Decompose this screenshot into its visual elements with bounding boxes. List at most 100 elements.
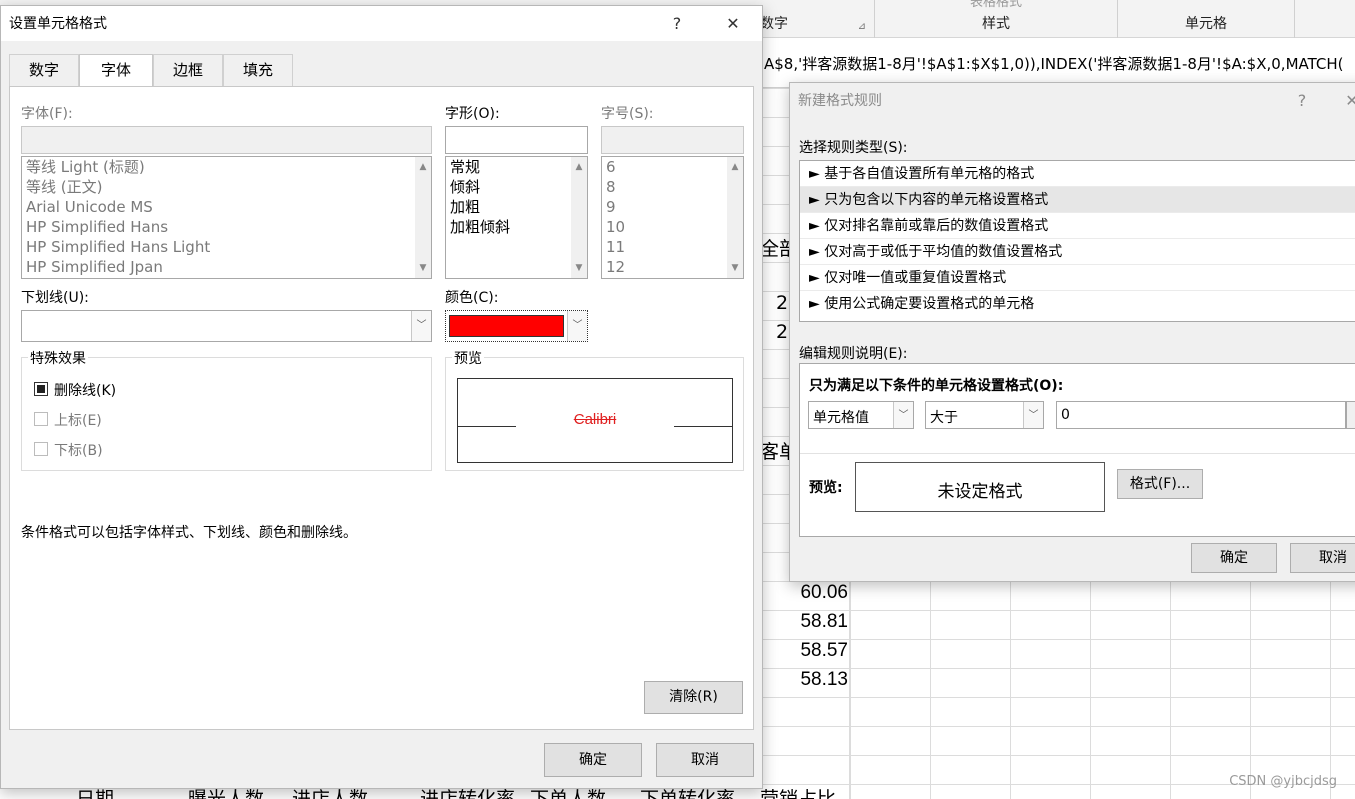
scroll-up-icon[interactable]: ▲ bbox=[727, 159, 743, 175]
condition-field-select[interactable]: 单元格值 ﹀ bbox=[808, 401, 914, 429]
font-label: 字体(F): bbox=[21, 106, 73, 122]
tab-fill[interactable]: 填充 bbox=[223, 54, 293, 86]
font-size-item[interactable]: 8 bbox=[602, 177, 743, 197]
condition-field-value: 单元格值 bbox=[813, 410, 869, 426]
font-style-item[interactable]: 常规 bbox=[446, 157, 587, 177]
preview-box: 未设定格式 bbox=[855, 462, 1105, 512]
rule-type-item[interactable]: ► 仅对唯一值或重复值设置格式 bbox=[800, 265, 1355, 291]
preview-box: Calibri bbox=[457, 378, 733, 463]
font-size-item[interactable]: 6 bbox=[602, 157, 743, 177]
dialog-titlebar[interactable]: 设置单元格格式 bbox=[1, 6, 762, 42]
scroll-down-icon[interactable]: ▼ bbox=[571, 260, 587, 276]
font-tab-panel: 字体(F): 等线 Light (标题) 等线 (正文) Arial Unico… bbox=[9, 86, 754, 730]
ribbon-group-number[interactable]: 数字 ⊿ bbox=[760, 0, 872, 38]
chevron-down-icon[interactable]: ﹀ bbox=[893, 402, 913, 428]
chevron-down-icon[interactable]: ﹀ bbox=[411, 311, 431, 341]
scroll-up-icon[interactable]: ▲ bbox=[571, 159, 587, 175]
clear-button[interactable]: 清除(R) bbox=[644, 681, 743, 714]
font-size-input[interactable] bbox=[601, 126, 744, 154]
rule-type-item[interactable]: ► 使用公式确定要设置格式的单元格 bbox=[800, 291, 1355, 317]
formula-bar[interactable]: A$8,'拌客源数据1-8月'!$A$1:$X$1,0)),INDEX('拌客源… bbox=[760, 38, 1355, 88]
chevron-down-icon[interactable]: ﹀ bbox=[567, 311, 587, 341]
watermark: CSDN @yjbcjdsg bbox=[1229, 774, 1337, 789]
font-name-list[interactable]: 等线 Light (标题) 等线 (正文) Arial Unicode MS H… bbox=[21, 156, 432, 279]
scroll-down-icon[interactable]: ▼ bbox=[727, 260, 743, 276]
ribbon-group-cells[interactable]: 单元格 bbox=[1118, 0, 1294, 38]
font-size-item[interactable]: 12 bbox=[602, 257, 743, 277]
rule-type-list[interactable]: ► 基于各自值设置所有单元格的格式 ► 只为包含以下内容的单元格设置格式 ► 仅… bbox=[799, 160, 1355, 322]
font-style-input[interactable] bbox=[445, 126, 588, 154]
font-style-list[interactable]: 常规 倾斜 加粗 加粗倾斜 ▲ ▼ bbox=[445, 156, 588, 279]
color-label: 颜色(C): bbox=[445, 290, 499, 306]
font-size-item[interactable]: 10 bbox=[602, 217, 743, 237]
scrollbar[interactable]: ▲ ▼ bbox=[727, 157, 743, 278]
font-style-label: 字形(O): bbox=[445, 106, 500, 122]
tab-font[interactable]: 字体 bbox=[79, 54, 153, 88]
dialog-titlebar[interactable]: 新建格式规则 bbox=[790, 83, 1355, 119]
format-button[interactable]: 格式(F)... bbox=[1117, 469, 1203, 499]
new-format-rule-dialog: 新建格式规则 ? ✕ 选择规则类型(S): ► 基于各自值设置所有单元格的格式 … bbox=[789, 82, 1355, 582]
condition-operator-value: 大于 bbox=[930, 410, 958, 426]
help-icon[interactable]: ? bbox=[1285, 83, 1319, 119]
color-picker[interactable]: ﹀ bbox=[445, 310, 588, 342]
underline-select[interactable]: ﹀ bbox=[21, 310, 432, 342]
subscript-label[interactable]: 下标(B) bbox=[54, 440, 103, 460]
font-style-item[interactable]: 倾斜 bbox=[446, 177, 587, 197]
font-size-list[interactable]: 6 8 9 10 11 12 ▲ ▼ bbox=[601, 156, 744, 279]
condition-heading: 只为满足以下条件的单元格设置格式(O): bbox=[809, 378, 1064, 394]
font-list-item[interactable]: 等线 (正文) bbox=[22, 177, 431, 197]
superscript-checkbox[interactable] bbox=[34, 412, 48, 426]
condition-value-input[interactable]: 0 bbox=[1056, 401, 1346, 429]
edit-rule-desc-label: 编辑规则说明(E): bbox=[799, 346, 908, 362]
cancel-button[interactable]: 取消 bbox=[1290, 543, 1355, 573]
scroll-up-icon[interactable]: ▲ bbox=[415, 159, 431, 175]
font-size-item[interactable]: 9 bbox=[602, 197, 743, 217]
font-name-input[interactable] bbox=[21, 126, 432, 154]
preview-text: 未设定格式 bbox=[937, 482, 1023, 502]
conditional-format-note: 条件格式可以包括字体样式、下划线、颜色和删除线。 bbox=[21, 525, 357, 541]
scrollbar[interactable]: ▲ ▼ bbox=[571, 157, 587, 278]
help-icon[interactable]: ? bbox=[660, 6, 694, 42]
tab-number[interactable]: 数字 bbox=[9, 54, 79, 86]
strikethrough-checkbox[interactable] bbox=[34, 382, 48, 396]
ribbon-separator bbox=[1294, 0, 1295, 38]
font-list-item[interactable]: HP Simplified Jpan bbox=[22, 257, 431, 277]
font-size-item[interactable]: 11 bbox=[602, 237, 743, 257]
effects-group: 特殊效果 删除线(K) 上标(E) 下标(B) bbox=[21, 348, 432, 471]
font-style-item[interactable]: 加粗 bbox=[446, 197, 587, 217]
scrollbar[interactable]: ▲ ▼ bbox=[415, 157, 431, 278]
close-icon[interactable]: ✕ bbox=[716, 6, 750, 42]
rule-type-label: 选择规则类型(S): bbox=[799, 140, 908, 156]
subscript-checkbox[interactable] bbox=[34, 442, 48, 456]
ok-button[interactable]: 确定 bbox=[1191, 543, 1277, 573]
rule-type-item[interactable]: ► 仅对高于或低于平均值的数值设置格式 bbox=[800, 239, 1355, 265]
tab-border[interactable]: 边框 bbox=[153, 54, 223, 86]
cell-value[interactable]: 58.81 bbox=[760, 611, 848, 633]
font-list-item[interactable]: Arial Unicode MS bbox=[22, 197, 431, 217]
font-list-item[interactable]: 等线 Light (标题) bbox=[22, 157, 431, 177]
ok-button[interactable]: 确定 bbox=[544, 743, 642, 777]
cell-value[interactable]: 58.13 bbox=[760, 669, 848, 691]
font-list-item[interactable]: HP Simplified Hans Light bbox=[22, 237, 431, 257]
ribbon-group-styles[interactable]: 表格格式 样式 bbox=[875, 0, 1117, 38]
condition-operator-select[interactable]: 大于 ﹀ bbox=[925, 401, 1044, 429]
header-cell[interactable]: 营销占比 bbox=[760, 784, 836, 799]
rule-type-item-selected[interactable]: ► 只为包含以下内容的单元格设置格式 bbox=[800, 187, 1355, 213]
ribbon-group-number-label: 数字 bbox=[760, 16, 788, 32]
font-list-item[interactable]: HP Simplified Hans bbox=[22, 217, 431, 237]
rule-type-item[interactable]: ► 基于各自值设置所有单元格的格式 bbox=[800, 161, 1355, 187]
range-select-icon[interactable] bbox=[1346, 401, 1355, 429]
font-size-label: 字号(S): bbox=[601, 106, 654, 122]
dialog-launcher-icon[interactable]: ⊿ bbox=[858, 21, 866, 32]
chevron-down-icon[interactable]: ﹀ bbox=[1023, 402, 1043, 428]
scroll-down-icon[interactable]: ▼ bbox=[415, 260, 431, 276]
rule-type-item[interactable]: ► 仅对排名靠前或靠后的数值设置格式 bbox=[800, 213, 1355, 239]
dialog-title: 设置单元格格式 bbox=[9, 16, 107, 32]
cell-value[interactable]: 58.57 bbox=[760, 640, 848, 662]
strikethrough-label[interactable]: 删除线(K) bbox=[54, 380, 116, 400]
close-icon[interactable]: ✕ bbox=[1335, 83, 1355, 119]
cancel-button[interactable]: 取消 bbox=[656, 743, 754, 777]
cell-value[interactable]: 60.06 bbox=[760, 582, 848, 604]
superscript-label[interactable]: 上标(E) bbox=[54, 410, 102, 430]
font-style-item[interactable]: 加粗倾斜 bbox=[446, 217, 587, 237]
